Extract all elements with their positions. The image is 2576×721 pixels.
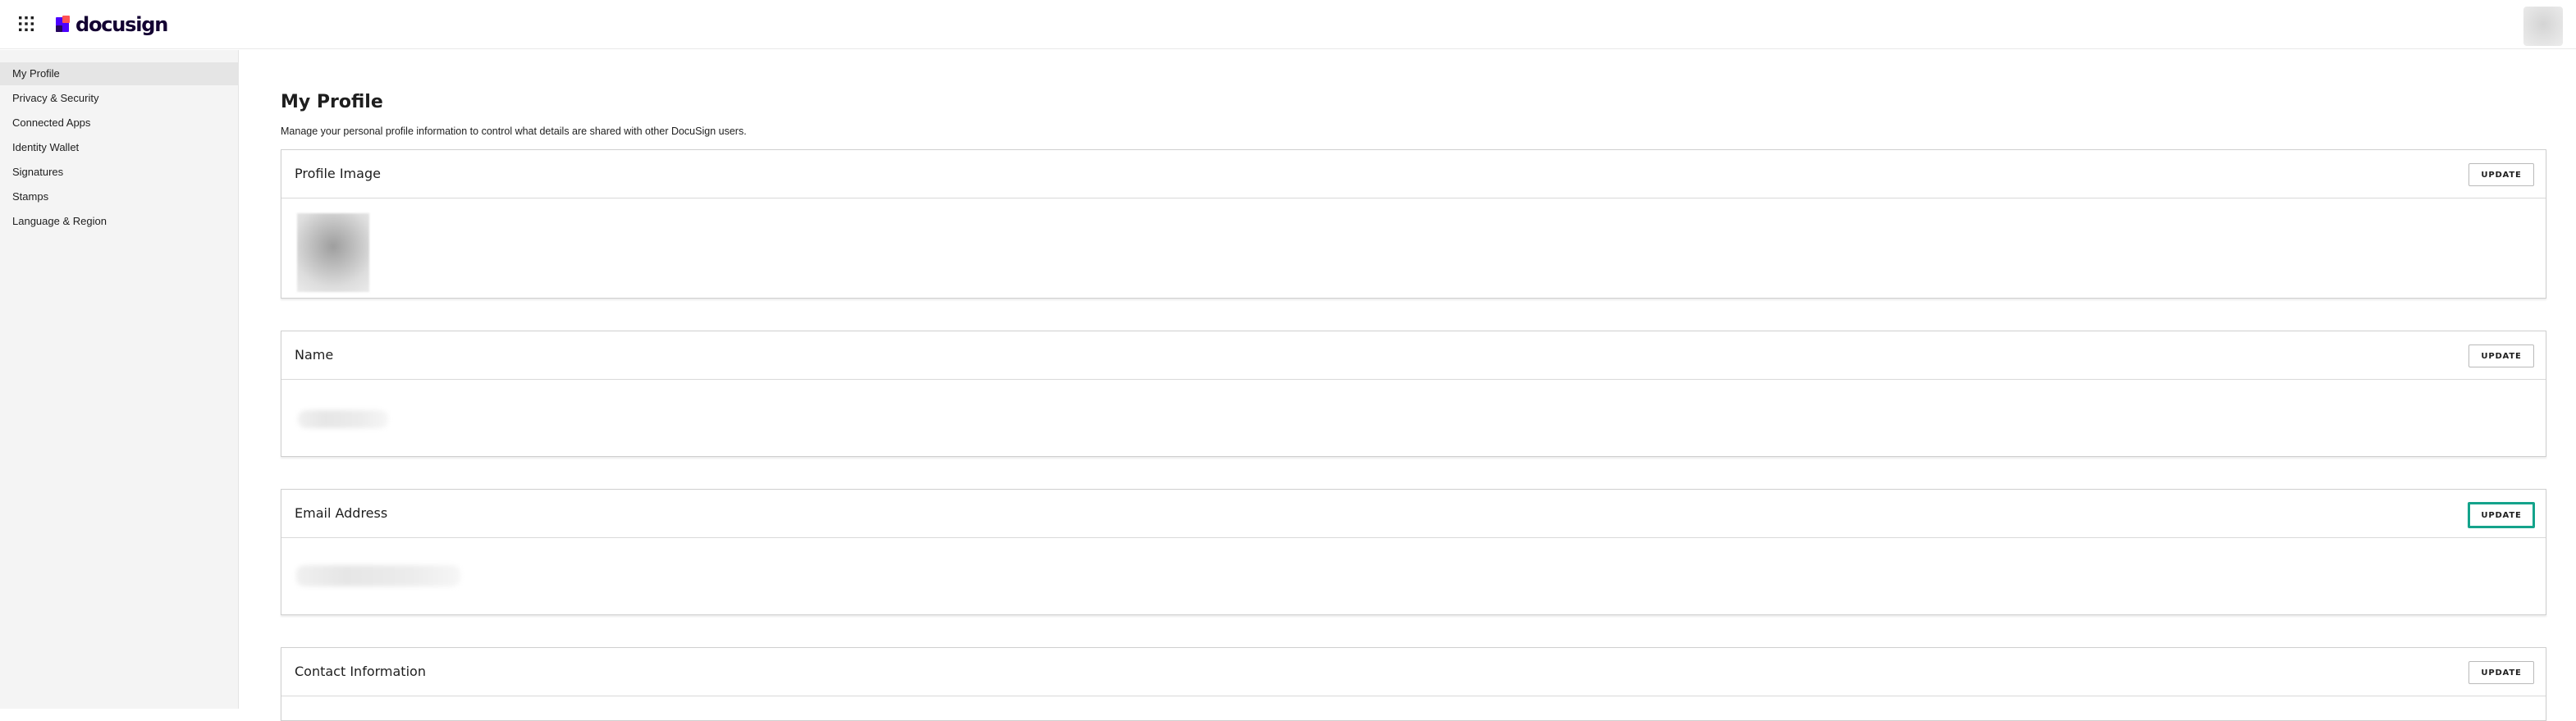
user-avatar[interactable]	[2523, 7, 2563, 46]
card-title: Email Address	[295, 505, 388, 521]
settings-sidebar: My Profile Privacy & Security Connected …	[0, 50, 239, 709]
name-card: Name UPDATE	[281, 331, 2546, 457]
profile-image-card: Profile Image UPDATE	[281, 149, 2546, 299]
card-title: Contact Information	[295, 664, 426, 679]
sidebar-item-my-profile[interactable]: My Profile	[0, 62, 239, 85]
page-title: My Profile	[281, 92, 383, 112]
update-contact-information-button[interactable]: UPDATE	[2468, 661, 2534, 684]
update-name-button[interactable]: UPDATE	[2468, 345, 2534, 367]
card-header: Name UPDATE	[281, 331, 2546, 380]
docusign-logo[interactable]: docusign	[54, 11, 168, 38]
card-header: Contact Information UPDATE	[281, 648, 2546, 696]
email-address-card: Email Address UPDATE	[281, 489, 2546, 615]
card-title: Profile Image	[295, 166, 381, 181]
card-header: Email Address UPDATE	[281, 490, 2546, 538]
sidebar-item-language-region[interactable]: Language & Region	[0, 210, 239, 233]
docusign-mark-icon	[54, 16, 72, 34]
sidebar-item-connected-apps[interactable]: Connected Apps	[0, 112, 239, 135]
sidebar-item-privacy-security[interactable]: Privacy & Security	[0, 87, 239, 110]
update-profile-image-button[interactable]: UPDATE	[2468, 163, 2534, 186]
name-value-redacted	[298, 410, 388, 428]
sidebar-item-signatures[interactable]: Signatures	[0, 161, 239, 184]
card-header: Profile Image UPDATE	[281, 150, 2546, 199]
top-header: docusign	[0, 0, 2576, 49]
sidebar-item-identity-wallet[interactable]: Identity Wallet	[0, 136, 239, 159]
email-value-redacted	[296, 565, 460, 586]
sidebar-item-stamps[interactable]: Stamps	[0, 185, 239, 208]
profile-image-thumbnail	[297, 213, 369, 292]
contact-information-card: Contact Information UPDATE	[281, 647, 2546, 721]
page-description: Manage your personal profile information…	[281, 125, 747, 137]
logo-text: docusign	[75, 13, 168, 36]
update-email-button[interactable]: UPDATE	[2468, 502, 2535, 528]
card-title: Name	[295, 347, 334, 363]
app-launcher-grid-icon[interactable]	[18, 16, 34, 32]
